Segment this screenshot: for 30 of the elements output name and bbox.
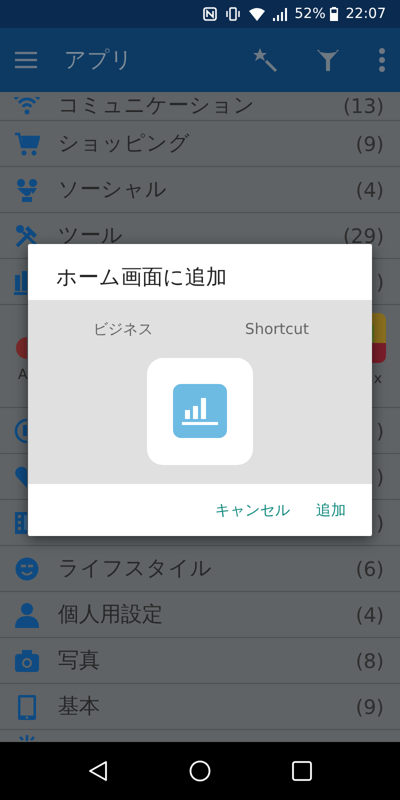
category-label: ツール <box>58 222 123 249</box>
category-count: ) <box>376 464 384 490</box>
category-count: ) <box>376 510 384 536</box>
category-label: ソーシャル <box>58 176 167 203</box>
cancel-button[interactable]: キャンセル <box>209 492 296 528</box>
add-button[interactable]: 追加 <box>310 492 352 528</box>
category-count: (9) <box>356 130 384 158</box>
category-label: ライフスタイル <box>58 554 212 582</box>
category-count: ) <box>376 418 384 444</box>
category-count: (29) <box>342 222 384 250</box>
preview-label: Shortcut <box>244 319 310 340</box>
category-count: (8) <box>356 648 384 674</box>
battery-percent: 52% <box>294 4 326 24</box>
category-count: (4) <box>356 176 384 204</box>
category-count: (9) <box>356 694 384 720</box>
clock: 22:07 <box>346 4 386 24</box>
category-count: (13) <box>342 93 384 120</box>
app-bar-title: アプリ <box>64 46 133 74</box>
category-count: (4) <box>356 602 384 628</box>
app-label: x <box>374 370 382 389</box>
category-label: 個人用設定 <box>58 600 163 628</box>
category-label: コミュニケーション <box>58 92 255 120</box>
category-count: ) <box>376 268 384 296</box>
category-label: 写真 <box>58 646 100 674</box>
dialog-title: ホーム画面に追加 <box>55 264 228 291</box>
preview-label: ビジネス <box>92 319 154 340</box>
category-label: ショッピング <box>58 130 190 157</box>
category-count: (6) <box>356 556 384 582</box>
app-label: A <box>18 366 28 385</box>
category-label: 基本 <box>58 692 100 720</box>
